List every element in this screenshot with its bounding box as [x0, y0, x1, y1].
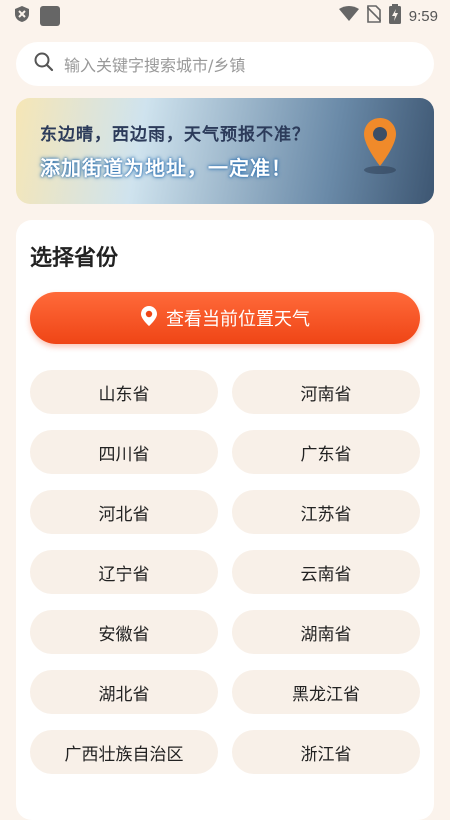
battery-charging-icon [388, 4, 401, 28]
clock: 9:59 [408, 7, 438, 25]
province-grid: 山东省 河南省 四川省 广东省 河北省 江苏省 辽宁省 云南省 安徽省 湖南省 … [30, 370, 420, 774]
location-pin-icon [360, 116, 400, 180]
location-pin-icon [140, 305, 158, 332]
banner-subline: 添加街道为地址，一定准！ [40, 156, 292, 180]
province-item[interactable]: 湖北省 [30, 670, 218, 714]
current-location-label: 查看当前位置天气 [166, 309, 310, 330]
province-item[interactable]: 浙江省 [232, 730, 420, 774]
banner-headline: 东边晴，西边雨，天气预报不准？ [40, 125, 310, 145]
province-item[interactable]: 山东省 [30, 370, 218, 414]
province-item[interactable]: 广西壮族自治区 [30, 730, 218, 774]
province-item[interactable]: 辽宁省 [30, 550, 218, 594]
section-title: 选择省份 [30, 246, 119, 271]
app-square-icon [40, 6, 60, 26]
search-icon [34, 52, 54, 76]
province-item[interactable]: 湖南省 [232, 610, 420, 654]
province-card: 选择省份 查看当前位置天气 山东省 河南省 四川省 广东省 河北省 江苏省 辽宁… [16, 220, 434, 820]
address-promo-banner[interactable]: 东边晴，西边雨，天气预报不准？ 添加街道为地址，一定准！ [16, 98, 434, 204]
search-placeholder: 输入关键字搜索城市/乡镇 [64, 56, 246, 75]
province-item[interactable]: 四川省 [30, 430, 218, 474]
province-item[interactable]: 云南省 [232, 550, 420, 594]
shield-icon [14, 5, 30, 27]
search-input[interactable]: 输入关键字搜索城市/乡镇 [16, 42, 434, 86]
no-sim-icon [366, 5, 382, 27]
province-item[interactable]: 河南省 [232, 370, 420, 414]
current-location-weather-button[interactable]: 查看当前位置天气 [30, 292, 420, 344]
province-item[interactable]: 安徽省 [30, 610, 218, 654]
province-item[interactable]: 广东省 [232, 430, 420, 474]
province-item[interactable]: 江苏省 [232, 490, 420, 534]
province-item[interactable]: 河北省 [30, 490, 218, 534]
province-item[interactable]: 黑龙江省 [232, 670, 420, 714]
status-bar: 9:59 [0, 0, 450, 32]
wifi-icon [338, 6, 359, 26]
